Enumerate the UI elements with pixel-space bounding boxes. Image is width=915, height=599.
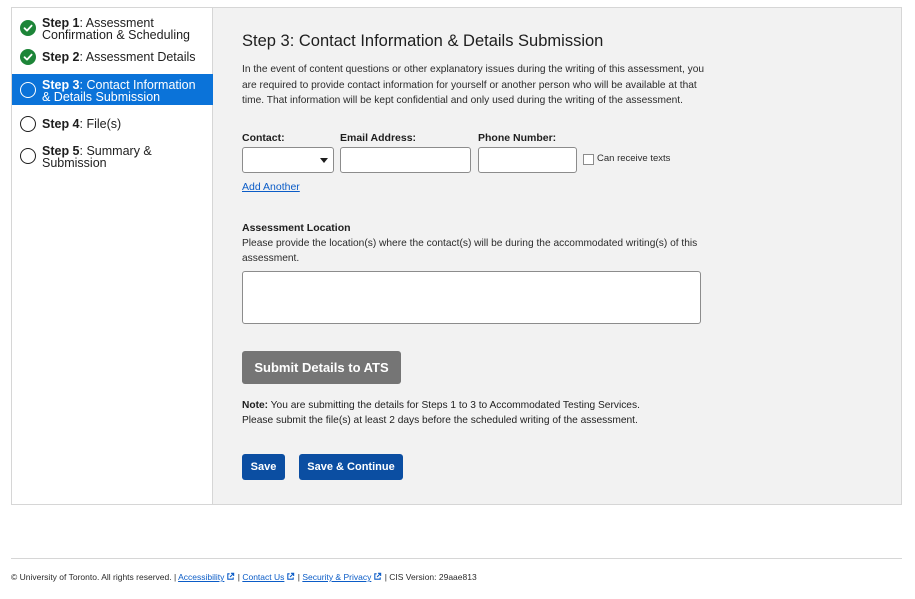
footer: © University of Toronto. All rights rese…	[11, 572, 477, 583]
sidebar-step-4[interactable]: Step 4: File(s)	[12, 115, 213, 135]
steps-sidebar: Step 1: Assessment Confirmation & Schedu…	[12, 8, 213, 504]
step-title: : File(s)	[79, 117, 122, 131]
email-label: Email Address:	[340, 132, 417, 144]
sidebar-step-2[interactable]: Step 2: Assessment Details	[12, 48, 213, 68]
check-circle-icon	[20, 20, 36, 36]
footer-divider	[11, 558, 902, 559]
email-field[interactable]	[340, 147, 471, 173]
step-number: Step 2	[42, 50, 80, 64]
sidebar-step-3[interactable]: Step 3: Contact Information & Details Su…	[12, 74, 213, 105]
step-number: Step 4	[42, 117, 80, 131]
phone-field[interactable]	[478, 147, 577, 173]
location-description: Please provide the location(s) where the…	[242, 238, 698, 264]
copyright-text: © University of Toronto. All rights rese…	[11, 572, 177, 582]
note-line-2: Please submit the file(s) at least 2 day…	[242, 415, 638, 426]
circle-icon	[20, 148, 36, 164]
location-title: Assessment Location	[242, 222, 351, 234]
contact-label: Contact:	[242, 132, 285, 144]
circle-icon	[20, 116, 36, 132]
wizard-frame: Step 1: Assessment Confirmation & Schedu…	[11, 7, 902, 505]
location-textarea[interactable]	[242, 271, 701, 324]
footer-separator: |	[297, 572, 300, 582]
chevron-down-icon	[320, 158, 328, 163]
submit-details-button[interactable]: Submit Details to ATS	[242, 351, 401, 384]
page-title: Step 3: Contact Information & Details Su…	[242, 32, 604, 50]
can-receive-texts-label: Can receive texts	[597, 153, 671, 164]
circle-icon	[20, 82, 36, 98]
intro-text: In the event of content questions or oth…	[242, 64, 705, 106]
security-privacy-link[interactable]: Security & Privacy	[302, 572, 371, 582]
save-button[interactable]: Save	[242, 454, 285, 480]
cis-version: | CIS Version: 29aae813	[384, 572, 477, 582]
external-link-icon	[226, 572, 235, 583]
sidebar-step-1[interactable]: Step 1: Assessment Confirmation & Schedu…	[12, 13, 213, 43]
sidebar-step-5[interactable]: Step 5: Summary & Submission	[12, 143, 213, 173]
save-continue-button[interactable]: Save & Continue	[299, 454, 403, 480]
can-receive-texts-checkbox[interactable]	[583, 154, 594, 165]
external-link-icon	[286, 572, 295, 583]
contact-us-link[interactable]: Contact Us	[242, 572, 284, 582]
step-title: : Assessment Details	[79, 50, 196, 64]
accessibility-link[interactable]: Accessibility	[178, 572, 224, 582]
add-another-link[interactable]: Add Another	[242, 181, 300, 193]
footer-separator: |	[237, 572, 240, 582]
check-circle-icon	[20, 49, 36, 65]
note-label: Note:	[242, 400, 269, 411]
external-link-icon	[373, 572, 382, 583]
note-line-1: You are submitting the details for Steps…	[268, 400, 640, 411]
phone-label: Phone Number:	[478, 132, 557, 144]
submission-note: Note: You are submitting the details for…	[242, 398, 712, 428]
